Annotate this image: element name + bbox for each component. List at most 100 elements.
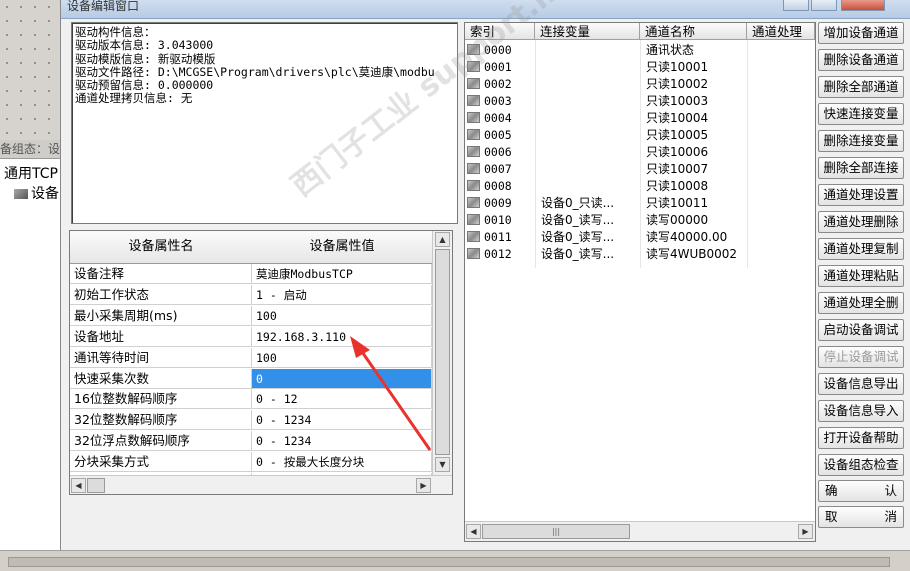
- property-row[interactable]: 初始工作状态 1 - 启动: [70, 284, 452, 306]
- property-value[interactable]: 1 - 启动: [252, 284, 432, 305]
- property-value[interactable]: 192.168.3.110: [252, 326, 432, 347]
- channel-name: 只读10003: [646, 94, 709, 108]
- action-button[interactable]: 停止设备调试: [818, 346, 904, 368]
- property-value[interactable]: 100: [252, 347, 432, 368]
- channel-variable: 设备0_读写...: [541, 213, 615, 227]
- channel-index-cell: 0007: [465, 161, 535, 178]
- channel-row[interactable]: 0000 通讯状态: [465, 42, 815, 59]
- channel-index-cell: 0006: [465, 144, 535, 161]
- property-name: 初始工作状态: [70, 284, 252, 305]
- scroll-thumb[interactable]: [87, 478, 105, 493]
- maximize-button[interactable]: [811, 0, 837, 11]
- channel-row[interactable]: 0003 只读10003: [465, 93, 815, 110]
- channel-header-processing[interactable]: 通道处理: [747, 23, 815, 40]
- channel-name: 读写40000.00: [646, 230, 728, 244]
- tree-node-tcp[interactable]: 通用TCP: [4, 163, 58, 183]
- channel-index: 0004: [484, 111, 512, 125]
- action-button[interactable]: 通道处理设置: [818, 184, 904, 206]
- property-row[interactable]: 16位整数解码顺序 0 - 12: [70, 389, 452, 410]
- channel-name: 读写4WUB0002: [646, 247, 738, 261]
- scroll-up-button[interactable]: ▲: [435, 232, 450, 247]
- channel-processing: [752, 59, 814, 76]
- scroll-left-button[interactable]: ◀: [466, 524, 481, 539]
- action-button[interactable]: 设备信息导出: [818, 373, 904, 395]
- device-edit-window: 设备编辑窗口 驱动构件信息： 驱动版本信息: 3.043000 驱动模版信息: …: [60, 0, 910, 550]
- scroll-right-button[interactable]: ▶: [798, 524, 813, 539]
- channel-index-cell: 0005: [465, 127, 535, 144]
- prop-vertical-scrollbar[interactable]: ▲ ▼: [432, 231, 452, 475]
- action-button[interactable]: 删除连接变量: [818, 130, 904, 152]
- minimize-button[interactable]: [783, 0, 809, 11]
- action-button[interactable]: 通道处理粘贴: [818, 265, 904, 287]
- prop-header-value[interactable]: 设备属性值: [252, 231, 433, 264]
- property-value[interactable]: 0 - 1234: [252, 410, 432, 431]
- scroll-down-button[interactable]: ▼: [435, 457, 450, 472]
- channel-icon: [467, 112, 480, 123]
- channel-index: 0010: [484, 213, 512, 227]
- channel-row[interactable]: 0004 只读10004: [465, 110, 815, 127]
- tree-node-device[interactable]: 设备: [14, 183, 59, 203]
- channel-row[interactable]: 0007 只读10007: [465, 161, 815, 178]
- property-row[interactable]: 通讯等待时间 100: [70, 347, 452, 369]
- channel-row[interactable]: 0010 设备0_读写... 读写00000: [465, 212, 815, 229]
- channel-index: 0001: [484, 60, 512, 74]
- channel-variable: 设备0_读写...: [541, 230, 615, 244]
- action-button[interactable]: 打开设备帮助: [818, 427, 904, 449]
- channel-row[interactable]: 0001 只读10001: [465, 59, 815, 76]
- property-value[interactable]: 0 - 1234: [252, 431, 432, 452]
- channel-row[interactable]: 0006 只读10006: [465, 144, 815, 161]
- channel-horizontal-scrollbar[interactable]: ◀ ||| ▶: [465, 521, 815, 541]
- channel-variable: [541, 144, 639, 161]
- scroll-right-button[interactable]: ▶: [416, 478, 431, 493]
- channel-header-name[interactable]: 通道名称: [640, 23, 747, 40]
- action-button[interactable]: 设备组态检查: [818, 454, 904, 476]
- property-value[interactable]: 0 - 12: [252, 389, 432, 410]
- channel-row[interactable]: 0012 设备0_读写... 读写4WUB0002: [465, 246, 815, 263]
- action-button[interactable]: 通道处理删除: [818, 211, 904, 233]
- channel-header-index[interactable]: 索引: [465, 23, 535, 40]
- property-row[interactable]: 设备地址 192.168.3.110: [70, 326, 452, 348]
- window-titlebar[interactable]: 设备编辑窗口: [61, 0, 910, 19]
- property-value[interactable]: 莫迪康ModbusTCP: [252, 264, 432, 284]
- scroll-left-button[interactable]: ◀: [71, 478, 86, 493]
- scroll-thumb[interactable]: |||: [482, 524, 630, 539]
- property-name: 快速采集次数: [70, 368, 252, 389]
- close-button[interactable]: [841, 0, 885, 11]
- property-row[interactable]: 分块采集方式 0 - 按最大长度分块: [70, 452, 452, 473]
- channel-row[interactable]: 0008 只读10008: [465, 178, 815, 195]
- property-row[interactable]: 32位浮点数解码顺序 0 - 1234: [70, 431, 452, 452]
- prop-header-name[interactable]: 设备属性名: [70, 231, 253, 264]
- action-button[interactable]: 增加设备通道: [818, 22, 904, 44]
- property-row[interactable]: 设备注释 莫迪康ModbusTCP: [70, 264, 452, 285]
- action-button[interactable]: 删除设备通道: [818, 49, 904, 71]
- channel-icon: [467, 78, 480, 89]
- channel-row[interactable]: 0005 只读10005: [465, 127, 815, 144]
- channel-row[interactable]: 0009 设备0_只读... 只读10011: [465, 195, 815, 212]
- action-button[interactable]: 设备信息导入: [818, 400, 904, 422]
- action-button[interactable]: 通道处理全删: [818, 292, 904, 314]
- action-button[interactable]: 删除全部连接: [818, 157, 904, 179]
- property-row[interactable]: 快速采集次数 0: [70, 368, 452, 390]
- action-button[interactable]: 删除全部通道: [818, 76, 904, 98]
- driver-info-line: 驱动模版信息: 新驱动模版: [75, 51, 216, 66]
- channel-index: 0008: [484, 179, 512, 193]
- action-button[interactable]: 通道处理复制: [818, 238, 904, 260]
- channel-index-cell: 0008: [465, 178, 535, 195]
- scroll-thumb[interactable]: [435, 249, 450, 455]
- property-row[interactable]: 最小采集周期(ms) 100: [70, 305, 452, 327]
- property-value[interactable]: 100: [252, 305, 432, 326]
- action-button[interactable]: 启动设备调试: [818, 319, 904, 341]
- background-scrollbar[interactable]: [8, 557, 890, 567]
- channel-row[interactable]: 0002 只读10002: [465, 76, 815, 93]
- property-row[interactable]: 32位整数解码顺序 0 - 1234: [70, 410, 452, 431]
- prop-horizontal-scrollbar[interactable]: ◀ ▶: [70, 475, 452, 494]
- property-value[interactable]: 0: [252, 368, 432, 389]
- channel-row[interactable]: 0011 设备0_读写... 读写40000.00: [465, 229, 815, 246]
- ok-button[interactable]: 确认: [818, 480, 904, 502]
- action-button[interactable]: 快速连接变量: [818, 103, 904, 125]
- channel-header-variable[interactable]: 连接变量: [535, 23, 640, 40]
- property-value[interactable]: 0 - 按最大长度分块: [252, 452, 432, 473]
- channel-index-cell: 0001: [465, 59, 535, 76]
- cancel-button[interactable]: 取消: [818, 506, 904, 528]
- driver-info-textarea[interactable]: 驱动构件信息： 驱动版本信息: 3.043000 驱动模版信息: 新驱动模版 驱…: [71, 22, 458, 224]
